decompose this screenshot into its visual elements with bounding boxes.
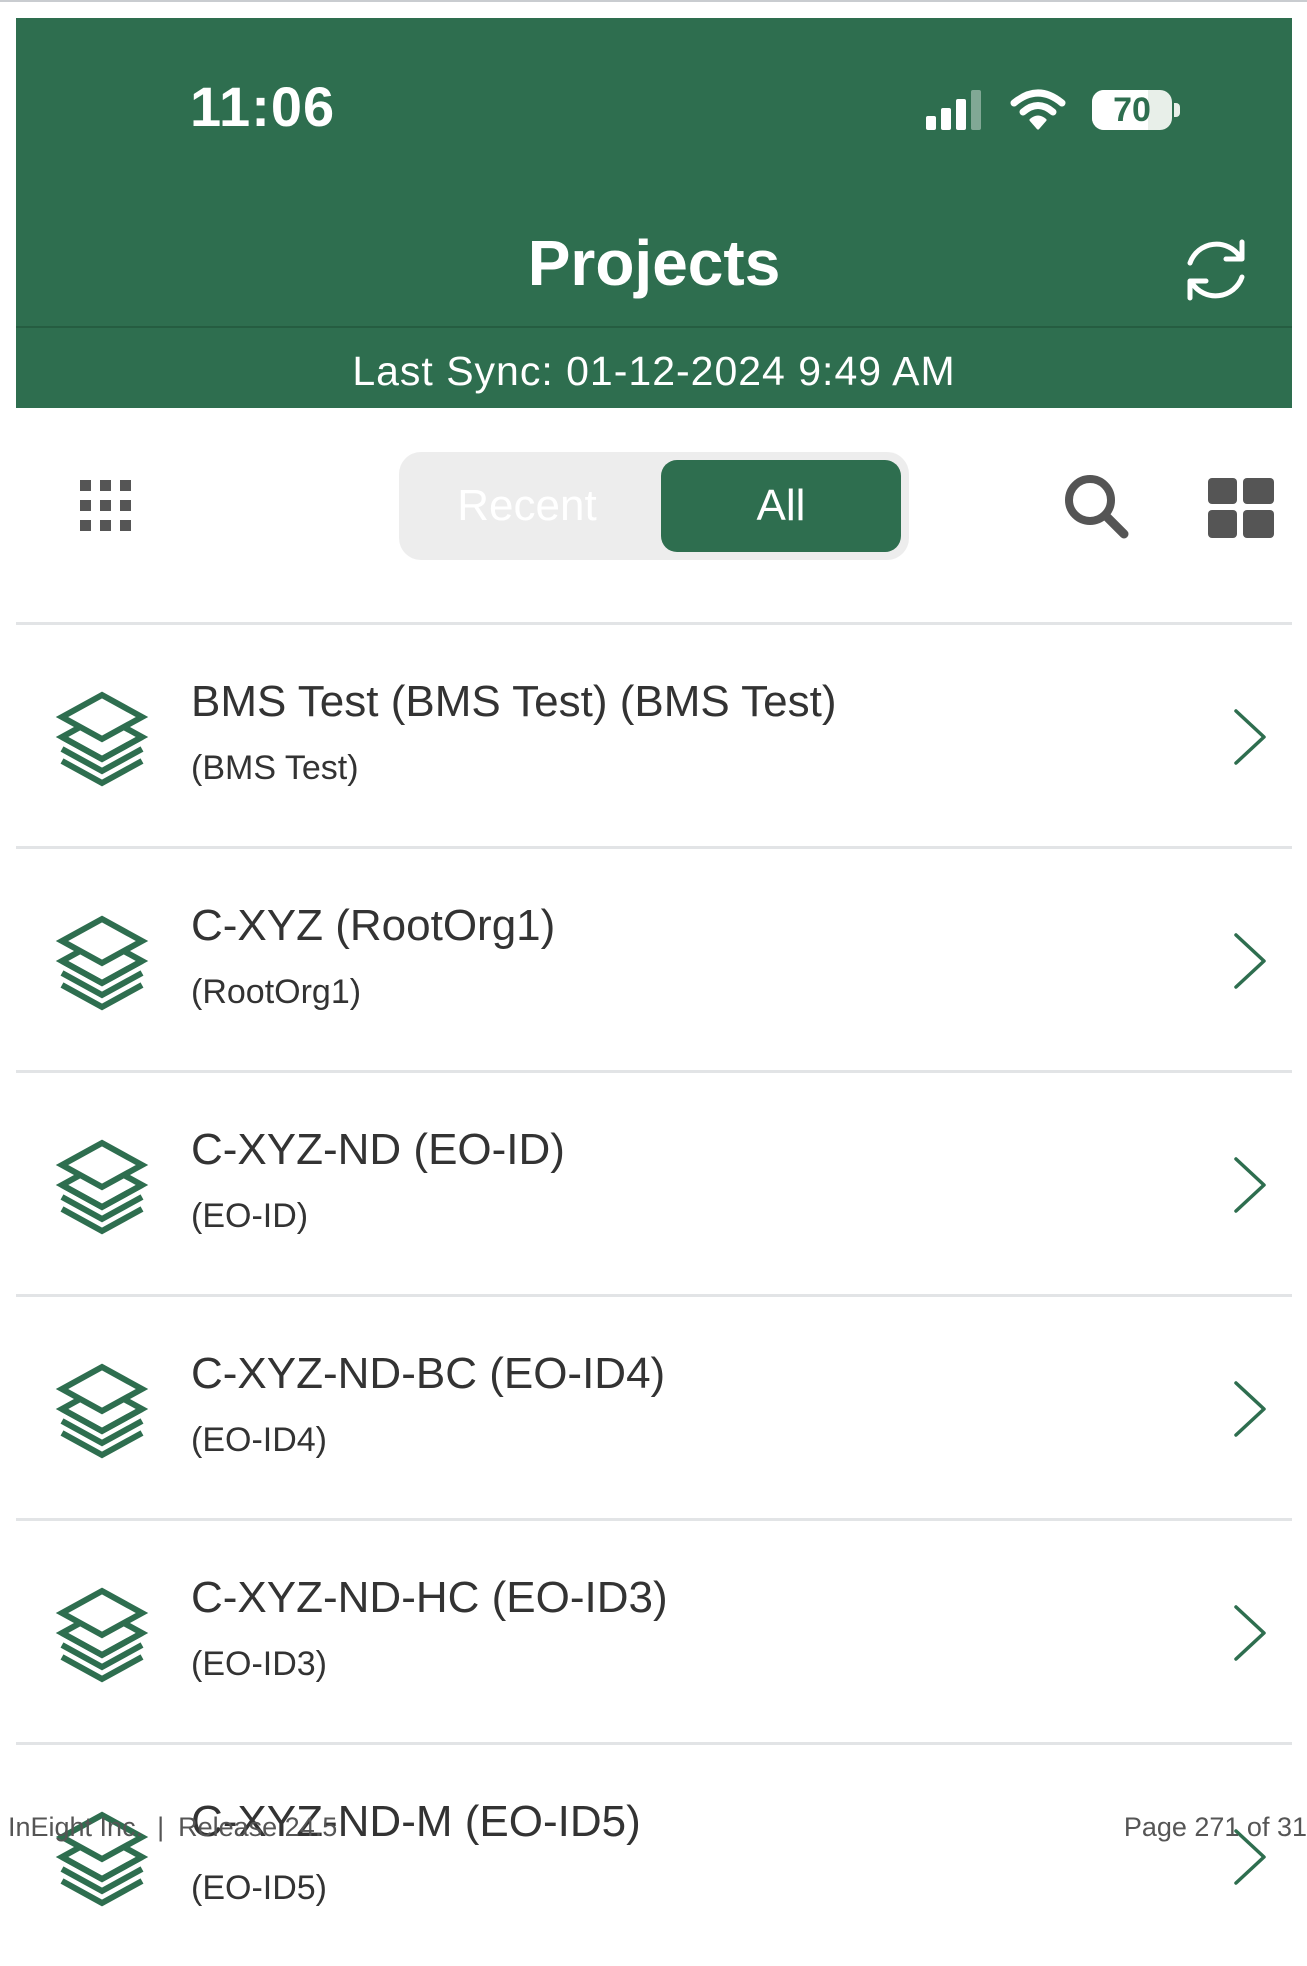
list-item[interactable]: C-XYZ (RootOrg1) (RootOrg1) bbox=[16, 846, 1292, 1070]
project-name: C-XYZ-ND-BC (EO-ID4) bbox=[191, 1349, 666, 1398]
project-name: BMS Test (BMS Test) (BMS Test) bbox=[191, 677, 837, 726]
project-layers-icon bbox=[54, 1135, 150, 1241]
project-name: C-XYZ-ND (EO-ID) bbox=[191, 1125, 565, 1174]
list-item[interactable]: C-XYZ-ND-M (EO-ID5) (EO-ID5) bbox=[16, 1742, 1292, 1966]
project-subtitle: (BMS Test) bbox=[191, 749, 359, 787]
toolbar: Recent All bbox=[0, 408, 1307, 624]
project-subtitle: (EO-ID3) bbox=[191, 1645, 327, 1683]
search-icon[interactable] bbox=[1060, 470, 1132, 542]
status-icons: 70 bbox=[926, 80, 1180, 140]
sync-bar: Last Sync: 01-12-2024 9:49 AM bbox=[16, 326, 1292, 410]
project-name: C-XYZ (RootOrg1) bbox=[191, 901, 556, 950]
footer-company: InEight Inc. bbox=[8, 1812, 144, 1842]
footer-release: Release 24.5 bbox=[178, 1812, 338, 1842]
project-layers-icon bbox=[54, 1359, 150, 1465]
sync-icon[interactable] bbox=[1176, 230, 1256, 310]
tab-all[interactable]: All bbox=[661, 460, 901, 552]
tile-view-icon[interactable] bbox=[1208, 478, 1274, 538]
project-layers-icon bbox=[54, 911, 150, 1017]
list-item[interactable]: C-XYZ-ND (EO-ID) (EO-ID) bbox=[16, 1070, 1292, 1294]
project-subtitle: (EO-ID4) bbox=[191, 1421, 327, 1459]
wifi-icon bbox=[1010, 89, 1066, 130]
list-item[interactable]: BMS Test (BMS Test) (BMS Test) (BMS Test… bbox=[16, 622, 1292, 846]
project-list: BMS Test (BMS Test) (BMS Test) (BMS Test… bbox=[16, 622, 1292, 1966]
footer-page-number: Page 271 of 31 bbox=[1123, 1812, 1307, 1842]
project-subtitle: (RootOrg1) bbox=[191, 973, 362, 1011]
last-sync-label: Last Sync: 01-12-2024 9:49 AM bbox=[352, 348, 956, 394]
project-subtitle: (EO-ID) bbox=[191, 1197, 309, 1235]
document-footer: InEight Inc. | Release 24.5 Page 271 of 31 bbox=[0, 1800, 1307, 1850]
list-item[interactable]: C-XYZ-ND-BC (EO-ID4) (EO-ID4) bbox=[16, 1294, 1292, 1518]
project-subtitle: (EO-ID5) bbox=[191, 1869, 327, 1907]
tab-recent[interactable]: Recent bbox=[407, 460, 647, 552]
project-layers-icon bbox=[54, 687, 150, 793]
recent-all-toggle: Recent All bbox=[399, 452, 909, 560]
list-item[interactable]: C-XYZ-ND-HC (EO-ID3) (EO-ID3) bbox=[16, 1518, 1292, 1742]
project-name: C-XYZ-ND-HC (EO-ID3) bbox=[191, 1573, 668, 1622]
project-layers-icon bbox=[54, 1583, 150, 1689]
app-header: 11:06 70 Projects Last Sync: 01-12-2024 … bbox=[16, 18, 1292, 408]
battery-level: 70 bbox=[1113, 91, 1151, 129]
page-title: Projects bbox=[527, 227, 781, 299]
footer-left: InEight Inc. | Release 24.5 bbox=[8, 1812, 337, 1843]
chevron-right-icon bbox=[1234, 1381, 1266, 1437]
chevron-right-icon bbox=[1234, 709, 1266, 765]
chevron-right-icon bbox=[1234, 1605, 1266, 1661]
chevron-right-icon bbox=[1234, 933, 1266, 989]
page-top-rule bbox=[0, 0, 1307, 2]
footer-separator: | bbox=[157, 1812, 165, 1842]
chevron-right-icon bbox=[1234, 1157, 1266, 1213]
status-time: 11:06 bbox=[190, 75, 336, 138]
battery-icon: 70 bbox=[1092, 90, 1180, 130]
apps-grid-icon[interactable] bbox=[74, 474, 138, 538]
signal-icon bbox=[926, 90, 981, 130]
